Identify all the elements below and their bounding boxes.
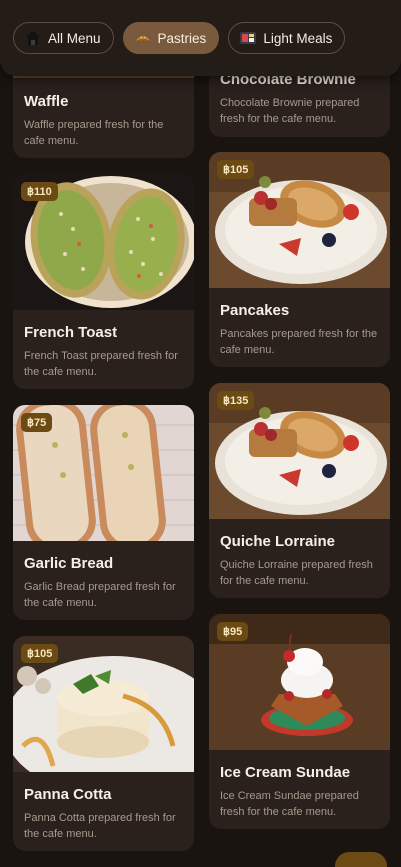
menu-item-name: Ice Cream Sundae (220, 764, 351, 781)
category-chip-all-menu[interactable]: All Menu (13, 22, 114, 54)
pancakes-image: ฿105 (209, 152, 390, 288)
menu-item-description: Quiche Lorraine prepared fresh for the c… (220, 559, 373, 587)
menu-card-quiche-lorraine[interactable]: ฿135 Quiche Lorraine Quiche Lorraine pre… (209, 383, 390, 598)
category-label: All Menu (48, 30, 101, 46)
menu-card-garlic-bread[interactable]: ฿75 Garlic Bread Garlic Bread prepared f… (13, 405, 194, 620)
price-badge: ฿75 (21, 413, 53, 432)
category-chip-light-meals[interactable]: Light Meals (228, 22, 346, 54)
menu-item-name: Pancakes (220, 302, 290, 319)
menu-item-name: Garlic Bread (24, 555, 114, 572)
menu-item-description: French Toast prepared fresh for the cafe… (24, 350, 178, 378)
menu-item-description: Chocolate Brownie prepared fresh for the… (220, 97, 360, 125)
price-badge: ฿105 (217, 160, 255, 179)
category-filter-bar: All Menu Pastries Light Meals (0, 0, 401, 76)
menu-card-pancakes[interactable]: ฿105 Pancakes Pancakes prepared fresh fo… (209, 152, 390, 367)
french-toast-image: ฿110 (13, 174, 194, 310)
menu-item-description: Waffle prepared fresh for the cafe menu. (24, 119, 164, 147)
menu-item-name: French Toast (24, 324, 118, 341)
house-icon (24, 29, 42, 47)
category-label: Light Meals (263, 30, 333, 46)
price-badge: ฿105 (21, 644, 59, 663)
menu-card-french-toast[interactable]: ฿110 French Toast French Toast prepared … (13, 174, 194, 389)
price-badge: ฿135 (217, 391, 255, 410)
category-chip-pastries[interactable]: Pastries (122, 22, 220, 54)
price-badge: ฿95 (217, 622, 249, 641)
menu-card-ice-cream-sundae[interactable]: ฿95 Ice Cream Sundae Ice Cream Sundae pr… (209, 614, 390, 829)
panna-cotta-image: ฿105 (13, 636, 194, 772)
menu-grid: Waffle Waffle prepared fresh for the caf… (0, 0, 401, 867)
menu-card-panna-cotta[interactable]: ฿105 Panna Cotta Panna Cotta prepared fr… (13, 636, 194, 851)
bento-icon (239, 29, 257, 47)
category-label: Pastries (157, 30, 207, 46)
menu-item-description: Pancakes prepared fresh for the cafe men… (220, 328, 378, 356)
quiche-lorraine-image: ฿135 (209, 383, 390, 519)
garlic-bread-image: ฿75 (13, 405, 194, 541)
menu-item-name: Waffle (24, 93, 69, 110)
floating-action-button[interactable] (335, 852, 387, 867)
menu-item-name: Quiche Lorraine (220, 533, 336, 550)
ice-cream-sundae-image: ฿95 (209, 614, 390, 750)
menu-item-name: Panna Cotta (24, 786, 112, 803)
price-badge: ฿110 (21, 182, 58, 201)
menu-item-description: Panna Cotta prepared fresh for the cafe … (24, 812, 176, 840)
menu-item-description: Garlic Bread prepared fresh for the cafe… (24, 581, 176, 609)
menu-item-description: Ice Cream Sundae prepared fresh for the … (220, 790, 359, 818)
croissant-icon (134, 29, 152, 47)
